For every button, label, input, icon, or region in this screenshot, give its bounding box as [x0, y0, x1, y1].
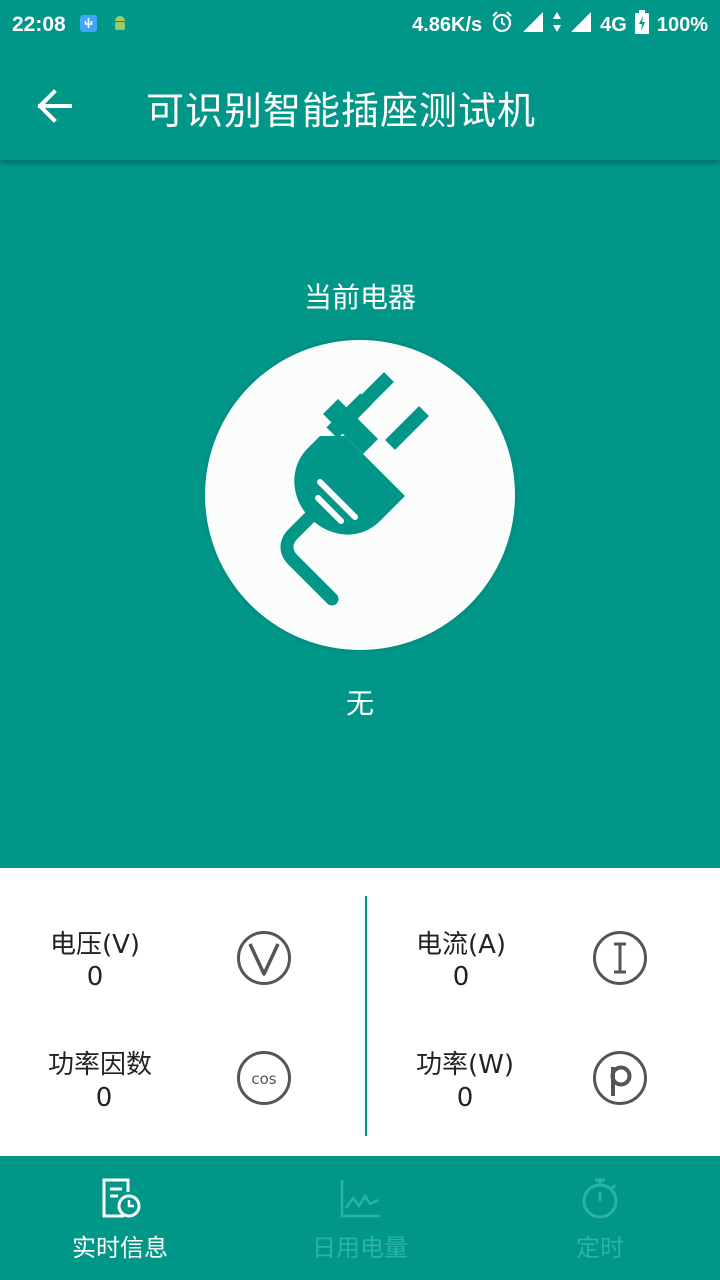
battery-level: 100%: [656, 13, 708, 36]
nav-daily-usage[interactable]: 日用电量: [240, 1156, 480, 1280]
current-value: 0: [452, 962, 470, 992]
android-notification-icon: [112, 15, 128, 32]
stats-panel: 电压(V) 0 电流(A) 0 功率因数 0 cos 功率(W) 0: [0, 868, 720, 1156]
battery-icon: [634, 10, 649, 40]
data-activity-icon: [552, 11, 562, 39]
net-speed: 4.86K/s: [412, 13, 483, 36]
power-factor-value: 0: [95, 1083, 113, 1113]
stats-divider: [365, 896, 367, 1136]
current-label: 电流(A): [416, 930, 507, 960]
nav-realtime-info[interactable]: 实时信息: [0, 1156, 240, 1280]
nav-daily-usage-label: 日用电量: [312, 1234, 408, 1262]
app-bar: 可识别智能插座测试机: [0, 50, 720, 160]
timer-icon: [582, 1178, 618, 1219]
power-value: 0: [456, 1083, 474, 1113]
current-appliance-panel: 当前电器 无: [0, 160, 720, 868]
nav-realtime-info-label: 实时信息: [72, 1234, 168, 1262]
alarm-icon: [490, 10, 514, 40]
current-appliance-name: 无: [345, 687, 374, 720]
svg-text:cos: cos: [251, 1070, 276, 1088]
status-bar: 22:08 4.86K/s 4G 100%: [0, 0, 720, 50]
signal-icon-2: [570, 11, 592, 39]
status-time: 22:08: [12, 13, 66, 36]
plug-icon: [280, 372, 429, 606]
power-icon: [592, 1050, 648, 1106]
power-label: 功率(W): [416, 1050, 514, 1080]
power-factor-label: 功率因数: [48, 1050, 153, 1080]
voltage-icon: [236, 930, 292, 986]
back-arrow-icon[interactable]: [34, 86, 76, 126]
usb-notification-icon: [80, 15, 97, 32]
signal-icon: [522, 11, 544, 39]
daily-usage-chart-icon: [340, 1180, 380, 1218]
current-appliance-label: 当前电器: [303, 281, 416, 314]
voltage-value: 0: [86, 962, 104, 992]
voltage-label: 电压(V): [50, 930, 141, 960]
current-icon: [592, 930, 648, 986]
bottom-navigation: 实时信息 日用电量 定时: [0, 1156, 720, 1280]
nav-timer-label: 定时: [576, 1234, 624, 1262]
realtime-info-icon: [102, 1178, 141, 1218]
nav-timer[interactable]: 定时: [480, 1156, 720, 1280]
appliance-badge: [205, 340, 515, 650]
cos-phi-icon: cos: [236, 1050, 292, 1106]
page-title: 可识别智能插座测试机: [146, 89, 537, 133]
network-type: 4G: [600, 13, 627, 36]
